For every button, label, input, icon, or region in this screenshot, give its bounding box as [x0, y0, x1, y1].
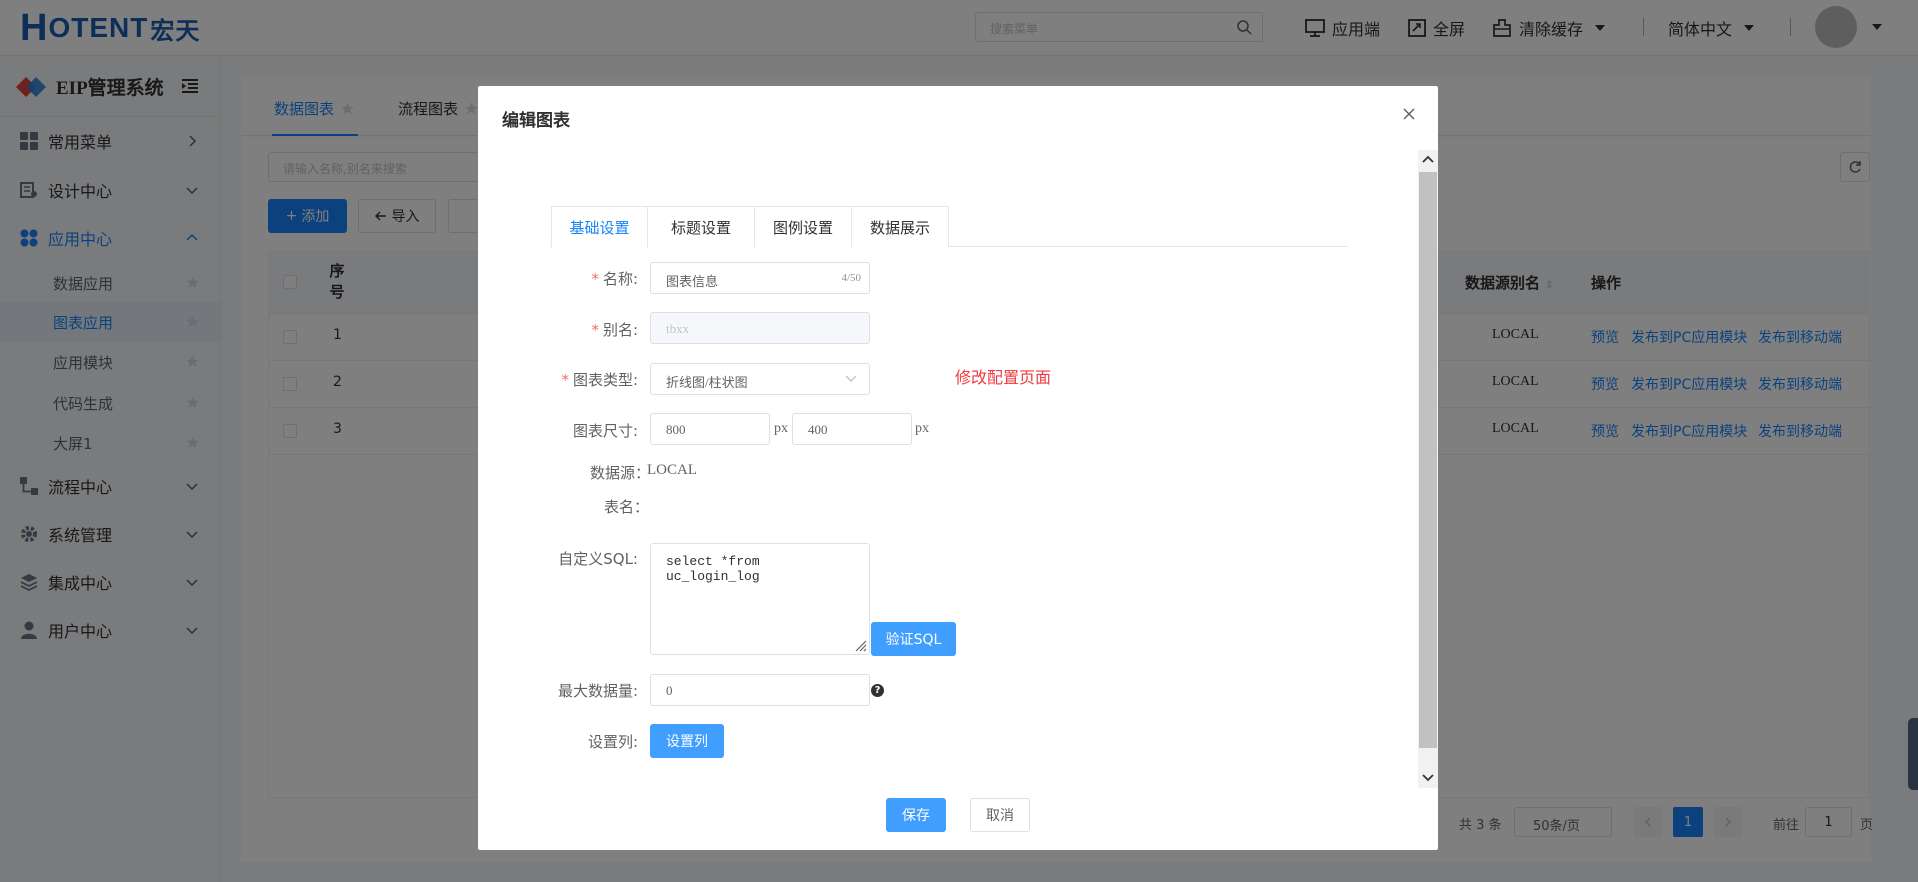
table-name-label: 表名：	[604, 498, 650, 516]
name-input[interactable]: 图表信息 4/50	[650, 262, 870, 294]
set-columns-button[interactable]: 设置列	[650, 724, 724, 758]
floating-widget[interactable]	[1908, 718, 1918, 790]
save-button[interactable]: 保存	[886, 798, 946, 832]
verify-sql-button[interactable]: 验证SQL	[871, 622, 956, 656]
chart-type-label: * 图表类型:	[561, 371, 638, 389]
custom-sql-label: 自定义SQL:	[558, 550, 638, 568]
scrollbar-thumb[interactable]	[1419, 172, 1437, 748]
chevron-down-icon	[845, 375, 857, 383]
datasource-value: LOCAL	[647, 462, 697, 478]
width-input[interactable]: 800	[650, 413, 770, 445]
scroll-up-icon[interactable]	[1420, 153, 1436, 165]
help-icon[interactable]: ?	[871, 684, 884, 697]
alias-label: * 别名:	[591, 321, 638, 339]
char-count: 4/50	[841, 272, 861, 284]
height-input[interactable]: 400	[792, 413, 912, 445]
modify-config-note: 修改配置页面	[955, 368, 1052, 387]
height-unit: px	[915, 421, 929, 436]
set-columns-label: 设置列:	[587, 733, 638, 751]
cancel-button[interactable]: 取消	[970, 798, 1030, 832]
datasource-label: 数据源：	[590, 464, 651, 482]
chart-size-label: 图表尺寸:	[572, 422, 638, 440]
width-unit: px	[774, 421, 788, 436]
dialog-title: 编辑图表	[502, 111, 570, 131]
tab-legend-settings[interactable]: 图例设置	[754, 206, 852, 247]
max-data-label: 最大数据量:	[557, 682, 638, 700]
resize-handle-icon[interactable]	[853, 638, 867, 652]
scroll-down-icon[interactable]	[1420, 772, 1436, 784]
name-label: * 名称:	[591, 270, 638, 288]
close-icon[interactable]	[1403, 108, 1415, 120]
tab-basic-settings[interactable]: 基础设置	[551, 206, 648, 248]
chart-type-select[interactable]: 折线图/柱状图	[650, 363, 870, 395]
tab-title-settings[interactable]: 标题设置	[647, 206, 755, 247]
custom-sql-textarea[interactable]: select *from uc_login_log	[650, 543, 870, 655]
max-data-input[interactable]: 0	[650, 674, 870, 706]
alias-input[interactable]: tbxx	[650, 312, 870, 344]
tab-data-display[interactable]: 数据展示	[851, 206, 949, 247]
